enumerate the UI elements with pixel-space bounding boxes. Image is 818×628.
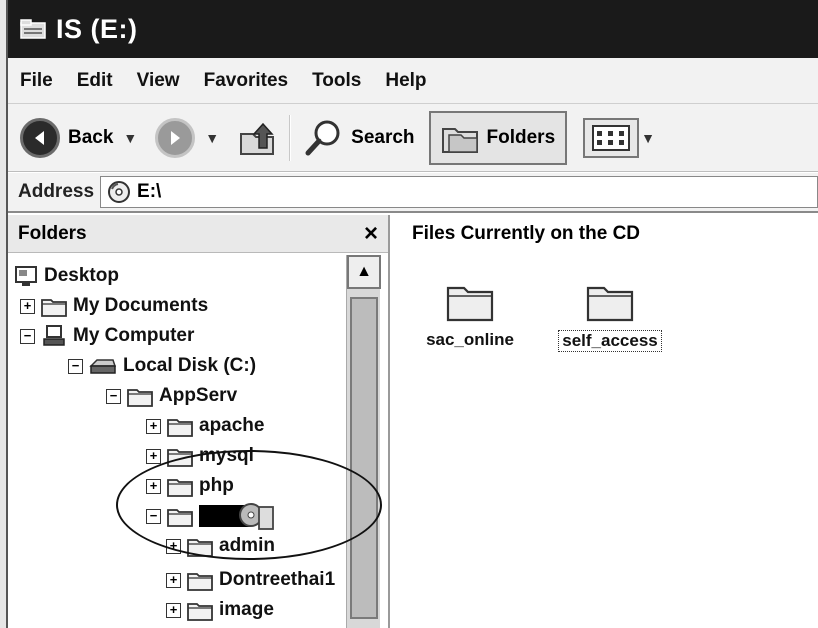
back-label: Back xyxy=(68,126,114,148)
forward-button[interactable]: ▼ xyxy=(155,112,219,164)
folder-icon xyxy=(41,299,67,317)
menu-view[interactable]: View xyxy=(137,70,180,92)
toolbar-separator xyxy=(289,114,292,161)
up-folder-button[interactable] xyxy=(237,112,277,164)
menu-edit[interactable]: Edit xyxy=(77,70,113,92)
scroll-up-icon[interactable]: ▲ xyxy=(347,255,381,289)
views-icon xyxy=(583,117,640,158)
folder-icon xyxy=(187,573,213,591)
menu-favorites[interactable]: Favorites xyxy=(204,70,288,92)
scroll-thumb[interactable] xyxy=(350,297,378,619)
folders-label: Folders xyxy=(486,126,556,148)
collapse-icon[interactable]: − xyxy=(68,358,83,374)
file-item-self-access[interactable]: self_access xyxy=(550,280,670,352)
menu-bar: File Edit View Favorites Tools Help xyxy=(8,58,818,104)
menu-file[interactable]: File xyxy=(20,70,53,92)
tree-item-label: Dontreethai1 xyxy=(219,569,336,590)
content-header: Files Currently on the CD xyxy=(400,215,818,253)
computer-icon xyxy=(43,325,65,346)
address-value: E:\ xyxy=(137,181,162,202)
back-dropdown-icon[interactable]: ▼ xyxy=(123,130,137,146)
tree-item-image[interactable]: + image xyxy=(166,595,274,625)
content-title: Files Currently on the CD xyxy=(412,223,641,244)
views-dropdown-icon[interactable]: ▼ xyxy=(641,130,655,146)
folder-icon xyxy=(167,419,193,437)
file-item-sac-online[interactable]: sac_online xyxy=(410,280,530,350)
folder-icon xyxy=(187,603,213,621)
views-button[interactable]: ▼ xyxy=(583,112,655,164)
up-folder-icon xyxy=(240,122,275,155)
folder-tree: Desktop + My Documents − My Computer − L… xyxy=(8,255,346,628)
expand-icon[interactable]: + xyxy=(146,418,161,434)
tree-item-label: apache xyxy=(199,415,265,436)
desktop-icon xyxy=(15,266,37,286)
tree-item-label: Local Disk (C:) xyxy=(123,355,257,376)
forward-dropdown-icon[interactable]: ▼ xyxy=(205,130,219,146)
title-bar[interactable]: IS (E:) xyxy=(8,0,818,58)
collapse-icon[interactable]: − xyxy=(106,388,121,404)
close-icon[interactable]: × xyxy=(364,220,378,248)
menu-help[interactable]: Help xyxy=(385,70,426,92)
folder-icon xyxy=(586,286,634,322)
folders-button[interactable]: Folders xyxy=(428,110,568,165)
expand-icon[interactable]: + xyxy=(166,572,181,588)
folders-icon xyxy=(441,127,478,153)
search-icon xyxy=(305,120,340,155)
tree-item-my-documents[interactable]: + My Documents xyxy=(20,291,208,321)
window-left-border xyxy=(0,0,8,628)
folders-pane-title: Folders xyxy=(18,222,87,244)
back-arrow-icon xyxy=(20,117,60,158)
folders-scrollbar[interactable]: ▲ xyxy=(346,255,381,628)
forward-arrow-icon xyxy=(155,117,196,158)
tree-item-apache[interactable]: + apache xyxy=(146,411,264,441)
tree-item-label: My Documents xyxy=(73,295,209,316)
window-title: IS (E:) xyxy=(56,13,138,44)
cd-drive-icon xyxy=(108,181,131,203)
search-button[interactable]: Search xyxy=(303,112,415,164)
folder-icon xyxy=(446,286,494,322)
folder-window-icon xyxy=(20,19,46,39)
search-label: Search xyxy=(351,126,415,148)
tree-item-label: AppServ xyxy=(159,385,238,406)
expand-icon[interactable]: + xyxy=(146,448,161,464)
drive-icon xyxy=(89,359,117,374)
expand-icon[interactable]: + xyxy=(166,602,181,618)
expand-icon[interactable]: + xyxy=(20,298,35,314)
file-name: sac_online xyxy=(426,330,514,349)
tree-item-local-disk[interactable]: − Local Disk (C:) xyxy=(68,351,256,381)
folder-icon xyxy=(127,389,153,407)
address-field[interactable]: E:\ xyxy=(100,176,818,208)
highlight-ellipse xyxy=(116,450,382,560)
tree-item-desktop[interactable]: Desktop xyxy=(14,261,119,291)
folders-pane: Folders × Desktop + My Documents − My Co… xyxy=(8,215,390,628)
tree-item-dontreethai1[interactable]: + Dontreethai1 xyxy=(166,565,335,595)
address-label: Address xyxy=(18,181,95,202)
tree-item-label: Desktop xyxy=(44,265,119,286)
folders-pane-header: Folders × xyxy=(8,215,388,253)
collapse-icon[interactable]: − xyxy=(20,328,35,344)
file-name: self_access xyxy=(558,330,662,352)
tree-item-label: image xyxy=(219,599,274,620)
toolbar: Back ▼ ▼ Search Folders ▼ xyxy=(8,104,818,172)
menu-tools[interactable]: Tools xyxy=(312,70,361,92)
tree-item-label: My Computer xyxy=(73,325,195,346)
back-button[interactable]: Back ▼ xyxy=(20,112,137,164)
tree-item-appserv[interactable]: − AppServ xyxy=(106,381,237,411)
address-bar: Address E:\ xyxy=(8,173,818,213)
tree-item-my-computer[interactable]: − My Computer xyxy=(20,321,194,351)
